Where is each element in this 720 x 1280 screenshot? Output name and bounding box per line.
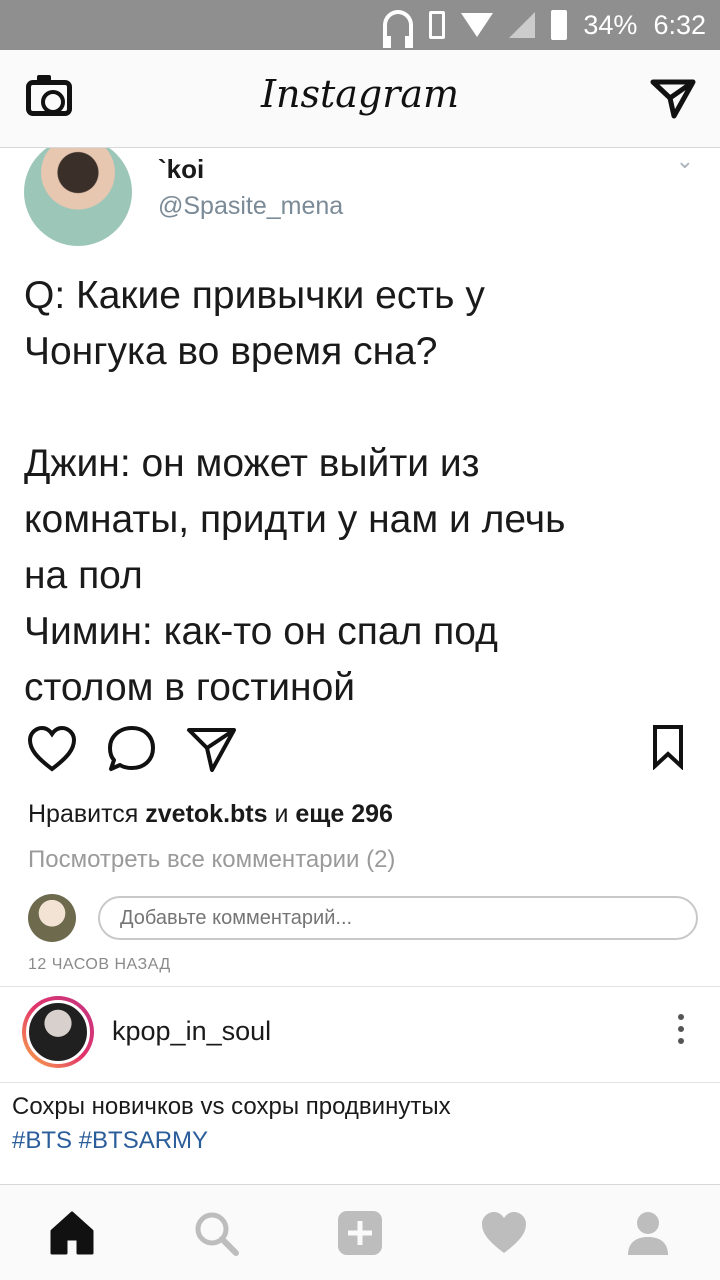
post-divider (0, 986, 720, 987)
likes-count[interactable]: еще 296 (295, 800, 393, 828)
comment-input[interactable] (98, 896, 698, 940)
search-icon[interactable] (188, 1205, 244, 1261)
tweet-text: Q: Какие привычки есть у Чонгука во врем… (24, 274, 566, 708)
wifi-icon (461, 13, 494, 37)
view-all-comments-link[interactable]: Посмотреть все комментарии (2) (28, 846, 395, 874)
heart-icon[interactable] (26, 724, 78, 774)
add-icon[interactable] (332, 1205, 388, 1261)
activity-icon[interactable] (476, 1205, 532, 1261)
caption-text: Сохры новичков vs сохры продвинутых (12, 1093, 451, 1120)
tweet-author-handle: @Spasite_mena (158, 192, 344, 220)
current-user-avatar (28, 894, 76, 942)
next-post-header: kpop_in_soul (0, 994, 720, 1082)
tweet-author-name: `koi (158, 154, 205, 184)
post-image-tweet: `koi @Spasite_mena ⌄ Q: Какие привычки е… (0, 148, 720, 708)
vibrate-icon (429, 11, 446, 39)
avatar (26, 1000, 90, 1064)
post-timestamp: 12 ЧАСОВ НАЗАД (28, 956, 171, 973)
story-ring[interactable] (22, 996, 94, 1068)
tweet-avatar (24, 148, 132, 246)
profile-icon[interactable] (620, 1205, 676, 1261)
headset-icon (383, 10, 414, 48)
home-icon[interactable] (44, 1205, 100, 1261)
signal-icon (509, 12, 536, 38)
chevron-down-icon: ⌄ (675, 148, 694, 173)
app-header: Instagram (0, 50, 720, 148)
comment-icon[interactable] (106, 724, 158, 774)
instagram-logo: Instagram (260, 72, 460, 116)
status-bar: 34% 6:32 (0, 0, 720, 50)
bottom-navigation (0, 1184, 720, 1280)
post-username[interactable]: kpop_in_soul (112, 1016, 271, 1047)
battery-icon (551, 10, 568, 40)
caption-hashtags[interactable]: #BTS #BTSARMY (12, 1124, 451, 1158)
share-icon[interactable] (186, 724, 238, 774)
more-icon[interactable] (678, 1014, 684, 1050)
clock: 6:32 (653, 9, 706, 40)
bookmark-icon[interactable] (650, 724, 686, 770)
post-divider (0, 1082, 720, 1083)
post-caption: Сохры новичков vs сохры продвинутых #BTS… (12, 1090, 451, 1158)
add-comment-row (28, 892, 700, 948)
likes-text[interactable]: Нравится zvetok.bts и еще 296 (28, 800, 393, 829)
post-actions (0, 724, 720, 780)
liker-username[interactable]: zvetok.bts (145, 800, 267, 828)
direct-send-icon[interactable] (650, 78, 696, 120)
battery-level: 34% (583, 9, 638, 40)
